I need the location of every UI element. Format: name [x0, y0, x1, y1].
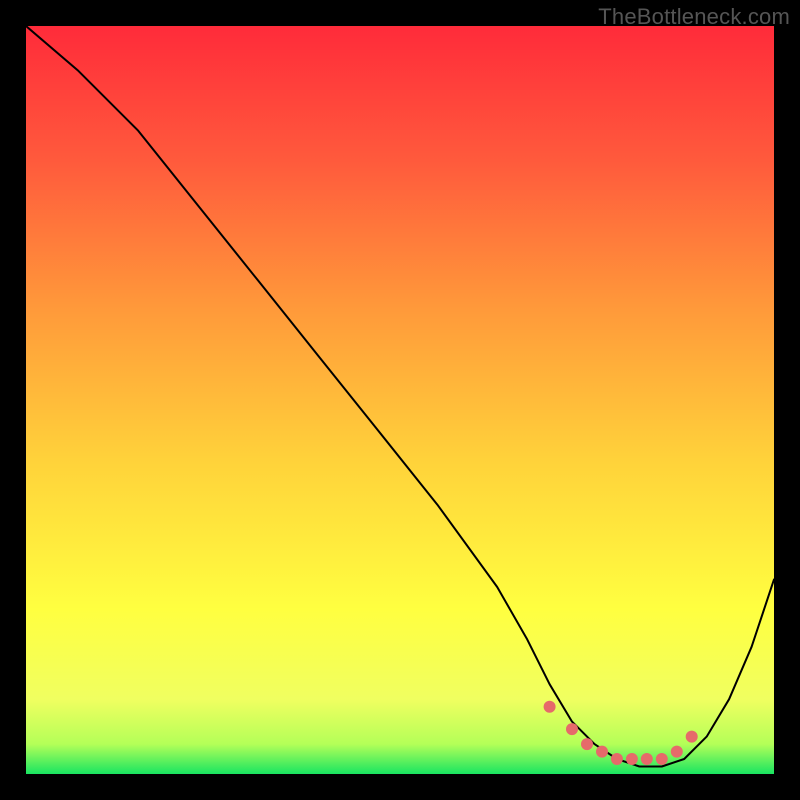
chart-background	[26, 26, 774, 774]
highlight-dot	[544, 701, 556, 713]
highlight-dot	[626, 753, 638, 765]
highlight-dot	[671, 746, 683, 758]
watermark-text: TheBottleneck.com	[598, 4, 790, 30]
highlight-dot	[686, 731, 698, 743]
highlight-dot	[641, 753, 653, 765]
highlight-dot	[566, 723, 578, 735]
chart-frame: TheBottleneck.com	[0, 0, 800, 800]
bottleneck-chart	[26, 26, 774, 774]
highlight-dot	[581, 738, 593, 750]
highlight-dot	[656, 753, 668, 765]
highlight-dot	[596, 746, 608, 758]
highlight-dot	[611, 753, 623, 765]
